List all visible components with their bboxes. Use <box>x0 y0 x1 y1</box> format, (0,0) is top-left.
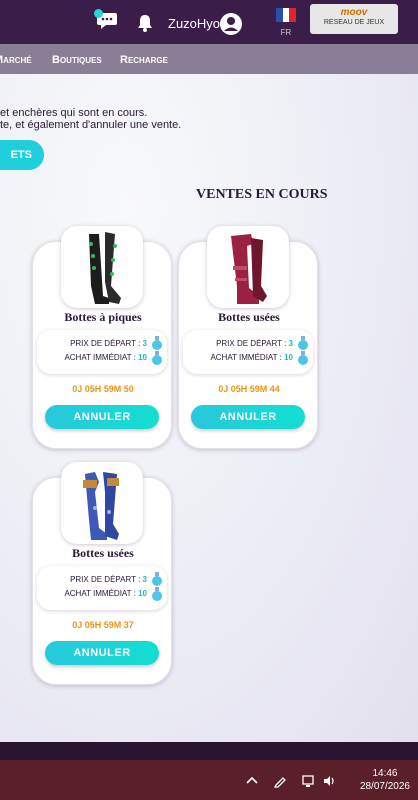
intro-text-line-1: et enchères qui sont en cours. <box>0 107 148 119</box>
item-thumbnail <box>61 462 143 544</box>
potion-icon <box>152 572 162 586</box>
price-box: PRIX DE DÉPART : 3 ACHAT IMMÉDIAT : 10 <box>183 330 313 374</box>
username[interactable]: ZuzoHyo <box>168 16 220 31</box>
clock-date: 28/07/2026 <box>359 781 410 792</box>
notification-dot <box>94 9 103 18</box>
chevron-up-icon[interactable] <box>245 774 259 788</box>
cancel-sale-button[interactable]: ANNULER <box>45 641 159 665</box>
potion-icon <box>152 351 162 365</box>
price-box: PRIX DE DÉPART : 3 ACHAT IMMÉDIAT : 10 <box>37 330 167 374</box>
clock-time: 14:46 <box>372 768 398 779</box>
item-title: Bottes à piques <box>64 310 142 324</box>
start-price-value: 3 <box>288 339 293 348</box>
buy-now-row: ACHAT IMMÉDIAT : 10 <box>210 353 293 362</box>
partner-subtitle: RESEAU DE JEUX <box>323 19 385 26</box>
my-items-button[interactable]: ETS <box>0 140 44 170</box>
countdown-timer: 0J 05H 59M 37 <box>72 620 134 630</box>
game-scene-strip <box>0 742 418 760</box>
pen-icon[interactable] <box>273 774 287 788</box>
start-price-label: PRIX DE DÉPART : <box>70 339 141 348</box>
top-bar: ZuzoHyo FR moov RESEAU DE JEUX <box>0 0 418 44</box>
start-price-value: 3 <box>142 575 147 584</box>
partner-logo[interactable]: moov RESEAU DE JEUX <box>310 4 398 34</box>
sale-card: Bottes usées PRIX DE DÉPART : 3 ACHAT IM… <box>32 462 172 685</box>
buy-now-label: ACHAT IMMÉDIAT : <box>64 353 136 362</box>
language-label: FR <box>280 28 292 37</box>
nav-item-marche[interactable]: Marché <box>0 54 32 66</box>
item-title: Bottes usées <box>72 546 134 560</box>
start-price-row: PRIX DE DÉPART : 3 <box>70 339 147 348</box>
volume-icon[interactable] <box>322 774 336 788</box>
intro-text-line-2: te, et également d'annuler une vente. <box>0 119 182 131</box>
partner-name: moov <box>340 7 368 18</box>
potion-icon <box>298 336 308 350</box>
potion-icon <box>152 336 162 350</box>
buy-now-value: 10 <box>138 589 147 598</box>
system-clock[interactable]: 14:46 28/07/2026 <box>360 767 410 793</box>
nav-item-recharge[interactable]: Recharge <box>120 54 168 66</box>
price-box: PRIX DE DÉPART : 3 ACHAT IMMÉDIAT : 10 <box>37 566 167 610</box>
cancel-sale-button[interactable]: ANNULER <box>191 405 305 429</box>
sale-card: Bottes usées PRIX DE DÉPART : 3 ACHAT IM… <box>178 226 318 449</box>
start-price-value: 3 <box>142 339 147 348</box>
bell-icon[interactable] <box>136 13 154 33</box>
buy-now-label: ACHAT IMMÉDIAT : <box>64 589 136 598</box>
taskbar: 14:46 28/07/2026 <box>0 760 418 800</box>
language-selector[interactable]: FR <box>272 3 300 39</box>
network-icon[interactable] <box>301 774 315 788</box>
section-title: VENTES EN COURS <box>196 187 328 202</box>
france-flag-icon <box>276 8 297 22</box>
item-title: Bottes usées <box>218 310 280 324</box>
avatar-icon[interactable] <box>219 12 243 36</box>
sale-card: Bottes à piques PRIX DE DÉPART : 3 ACHAT… <box>32 226 172 449</box>
chat-button[interactable] <box>94 9 120 35</box>
potion-icon <box>152 587 162 601</box>
nav-item-boutiques[interactable]: Boutiques <box>52 54 102 66</box>
buy-now-value: 10 <box>138 353 147 362</box>
item-thumbnail <box>61 226 143 308</box>
buy-now-value: 10 <box>284 353 293 362</box>
buy-now-row: ACHAT IMMÉDIAT : 10 <box>64 353 147 362</box>
cancel-sale-button[interactable]: ANNULER <box>45 405 159 429</box>
worn-boots-icon <box>231 234 267 304</box>
main-nav: Marché Boutiques Recharge <box>0 44 418 74</box>
worn-boots-icon <box>83 472 119 540</box>
start-price-label: PRIX DE DÉPART : <box>70 575 141 584</box>
item-thumbnail <box>207 226 289 308</box>
potion-icon <box>298 351 308 365</box>
buy-now-label: ACHAT IMMÉDIAT : <box>210 353 282 362</box>
start-price-row: PRIX DE DÉPART : 3 <box>216 339 293 348</box>
start-price-label: PRIX DE DÉPART : <box>216 339 287 348</box>
buy-now-row: ACHAT IMMÉDIAT : 10 <box>64 589 147 598</box>
start-price-row: PRIX DE DÉPART : 3 <box>70 575 147 584</box>
countdown-timer: 0J 05H 59M 50 <box>72 384 134 394</box>
spiked-boots-icon <box>89 232 121 304</box>
countdown-timer: 0J 05H 59M 44 <box>218 384 280 394</box>
